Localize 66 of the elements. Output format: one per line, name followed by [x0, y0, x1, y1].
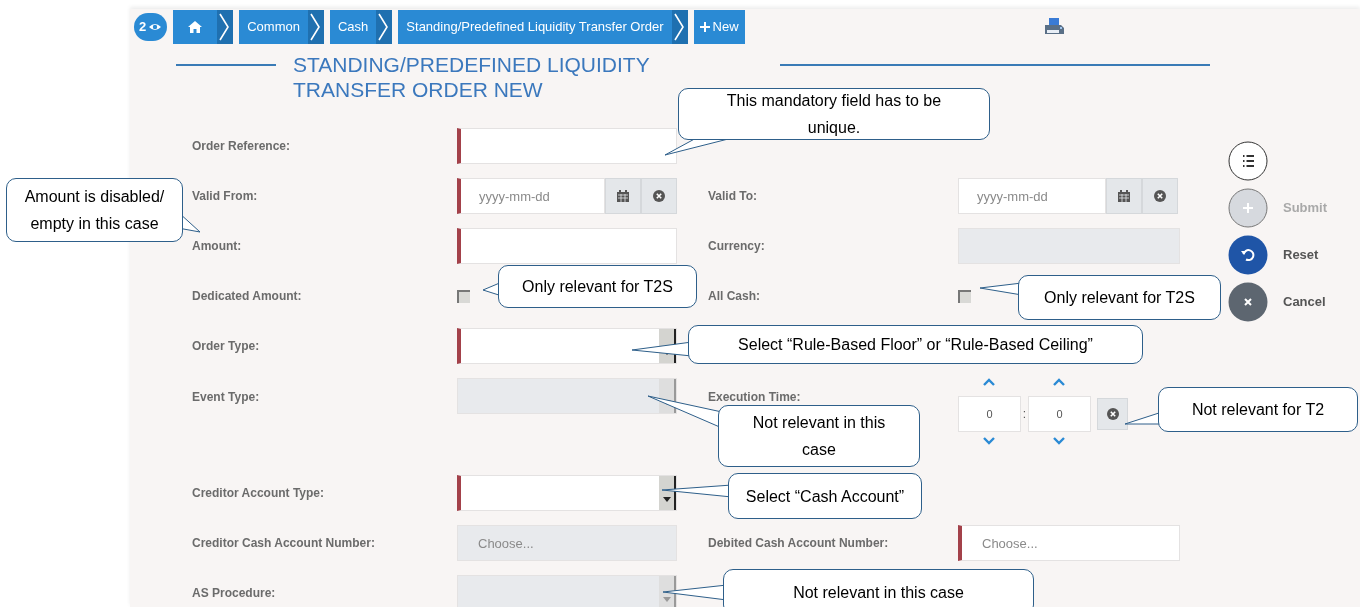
callout: Select “Rule-Based Floor” or “Rule-Based Ceiling”: [688, 325, 1143, 364]
calendar-button[interactable]: [1106, 178, 1142, 214]
callout: Not relevant in this case: [718, 405, 920, 467]
home-link[interactable]: [173, 10, 218, 44]
input-field[interactable]: [457, 228, 677, 264]
new-button[interactable]: New: [693, 10, 745, 44]
callout: Select “Cash Account”: [728, 473, 922, 519]
field-label: Currency:: [708, 238, 766, 255]
caret-down-icon: [662, 597, 671, 602]
undo-icon: [1228, 235, 1268, 275]
chevron-up-icon[interactable]: [1053, 378, 1065, 387]
home-icon: [188, 21, 203, 33]
printer-icon[interactable]: [1042, 17, 1065, 37]
clear-button[interactable]: [641, 178, 677, 214]
time-separator: :: [1021, 406, 1028, 423]
calendar-icon: [1118, 190, 1130, 202]
checkbox[interactable]: [457, 289, 470, 303]
callout: Not relevant in this case: [723, 569, 1034, 607]
checkbox[interactable]: [958, 289, 971, 303]
page-title: STANDING/PREDEFINED LIQUIDITY TRANSFER ORDER NEW: [293, 52, 651, 102]
callout: Not relevant for T2: [1158, 387, 1358, 432]
clear-button[interactable]: [1142, 178, 1178, 214]
dropdown-field[interactable]: [457, 475, 677, 511]
callout: Only relevant for T2S: [1018, 275, 1221, 320]
cancel-button[interactable]: Cancel: [1228, 282, 1328, 322]
breadcrumb-link[interactable]: Common: [239, 10, 308, 44]
field-label: Creditor Account Type:: [192, 485, 325, 502]
close-icon: [1154, 190, 1166, 202]
field-label: Order Reference:: [192, 138, 292, 155]
eye-icon: [148, 22, 163, 32]
clear-button[interactable]: [1097, 398, 1128, 430]
field-label: Valid To:: [708, 188, 759, 205]
callout: Only relevant for T2S: [498, 265, 697, 308]
field-label: Order Type:: [192, 338, 261, 355]
field-label: Valid From:: [192, 188, 259, 205]
field-label: Event Type:: [192, 389, 261, 406]
chevron-down-icon[interactable]: [1053, 436, 1065, 445]
input-field[interactable]: Choose...: [958, 525, 1180, 561]
close-icon: [1106, 408, 1119, 420]
field-label: Debited Cash Account Number:: [708, 535, 890, 552]
field-label: Amount:: [192, 238, 243, 255]
field-label: Dedicated Amount:: [192, 288, 303, 305]
plus-icon: [1228, 188, 1268, 228]
date-field[interactable]: yyyy-mm-dd: [958, 178, 1106, 214]
plus-icon: [699, 22, 710, 32]
list-icon: [1228, 141, 1268, 181]
close-icon: [653, 190, 665, 202]
minute-field[interactable]: 0: [1028, 396, 1091, 432]
calendar-icon: [617, 190, 629, 202]
chevron-up-icon[interactable]: [983, 378, 995, 387]
calendar-button[interactable]: [605, 178, 641, 214]
breadcrumb-link[interactable]: Cash: [330, 10, 377, 44]
field-label: Creditor Cash Account Number:: [192, 535, 376, 552]
field-label: Execution Time:: [708, 389, 802, 406]
field-label: All Cash:: [708, 288, 761, 305]
breadcrumb-link[interactable]: Standing/Predefined Liquidity Transfer Order: [398, 10, 672, 44]
chevron-down-icon[interactable]: [983, 436, 995, 445]
callout: Amount is disabled/ empty in this case: [6, 178, 183, 242]
reset-button[interactable]: Reset: [1228, 235, 1328, 275]
close-icon: [1228, 282, 1268, 322]
field-label: AS Procedure:: [192, 585, 277, 602]
dropdown-button[interactable]: [659, 476, 676, 510]
submit-button: Submit: [1228, 188, 1328, 228]
hour-field[interactable]: 0: [958, 396, 1021, 432]
date-field[interactable]: yyyy-mm-dd: [457, 178, 605, 214]
view-count-badge[interactable]: 2: [134, 13, 168, 41]
